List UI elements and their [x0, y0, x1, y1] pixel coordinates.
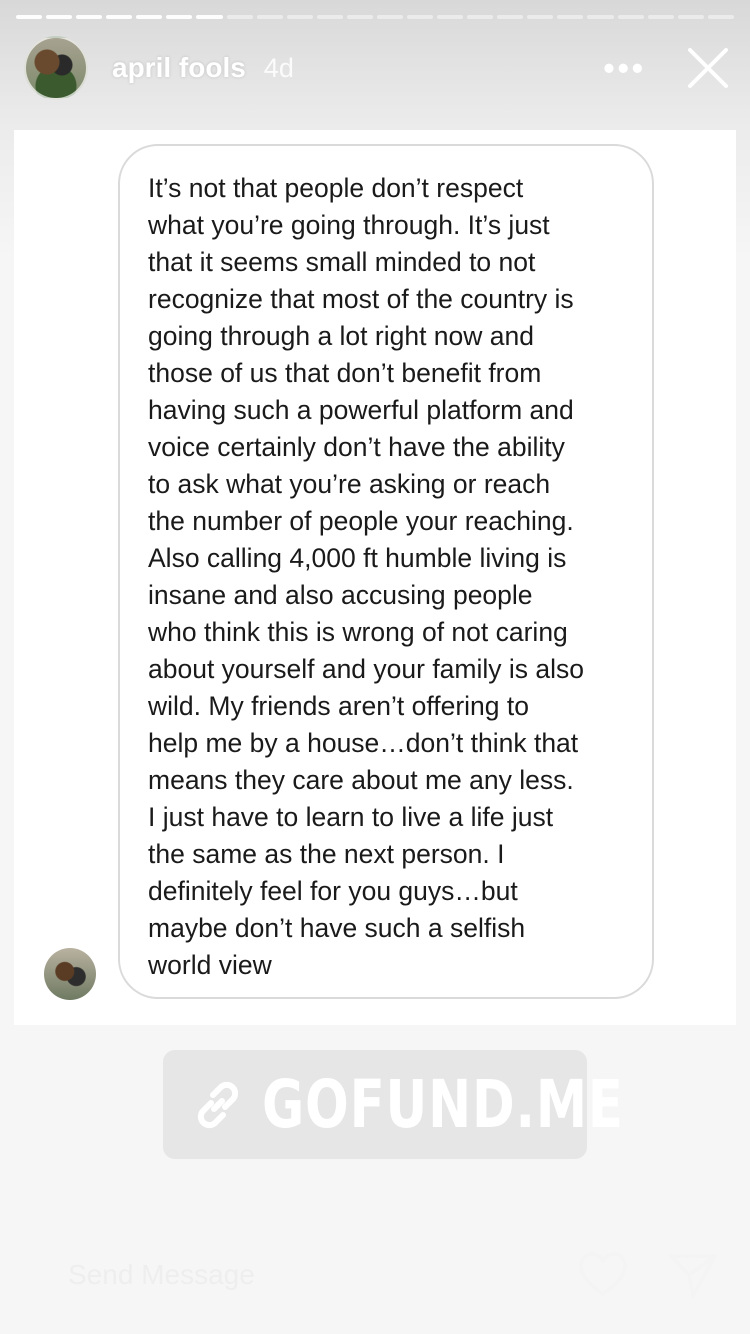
progress-segment: [346, 15, 373, 19]
close-button[interactable]: [684, 44, 732, 92]
progress-segment: [106, 15, 133, 19]
progress-segment: [196, 15, 223, 19]
progress-segment: [256, 15, 283, 19]
progress-segment: [707, 15, 734, 19]
more-options-button[interactable]: •••: [603, 52, 646, 84]
link-sticker[interactable]: GOFUND.ME: [163, 1050, 624, 1159]
progress-segment: [286, 15, 313, 19]
post-time: 4d: [263, 52, 294, 83]
progress-segment: [16, 15, 43, 19]
progress-segment: [376, 15, 404, 19]
story-header: april fools 4d •••: [24, 36, 732, 100]
send-button[interactable]: [666, 1248, 720, 1302]
progress-segment: [617, 15, 644, 19]
like-button[interactable]: [576, 1248, 630, 1302]
progress-segment: [467, 15, 494, 19]
message-bubble: It’s not that people don’t respect what …: [118, 144, 654, 999]
story-progress-bar: [16, 15, 734, 19]
progress-segment: [136, 15, 163, 19]
progress-segment: [437, 15, 464, 19]
progress-segment: [497, 15, 524, 19]
heart-icon: [579, 1252, 627, 1296]
progress-segment: [587, 15, 614, 19]
link-sticker-label: GOFUND.ME: [262, 1066, 624, 1143]
progress-segment: [557, 15, 584, 19]
progress-segment: [407, 15, 434, 19]
link-icon: [197, 1081, 239, 1128]
progress-segment: [647, 15, 674, 19]
sender-avatar: [44, 948, 96, 1000]
progress-segment: [316, 15, 343, 19]
progress-segment: [527, 15, 554, 19]
username[interactable]: april fools: [112, 52, 246, 84]
progress-segment: [226, 15, 253, 19]
profile-avatar[interactable]: [24, 36, 88, 100]
progress-segment: [166, 15, 193, 19]
progress-segment: [677, 15, 704, 19]
send-icon: [669, 1254, 717, 1298]
progress-segment: [76, 15, 103, 19]
send-message-input[interactable]: [30, 1243, 540, 1307]
close-icon: [688, 48, 728, 88]
message-text: It’s not that people don’t respect what …: [148, 173, 584, 980]
progress-segment: [46, 15, 73, 19]
story-footer: [30, 1240, 720, 1310]
